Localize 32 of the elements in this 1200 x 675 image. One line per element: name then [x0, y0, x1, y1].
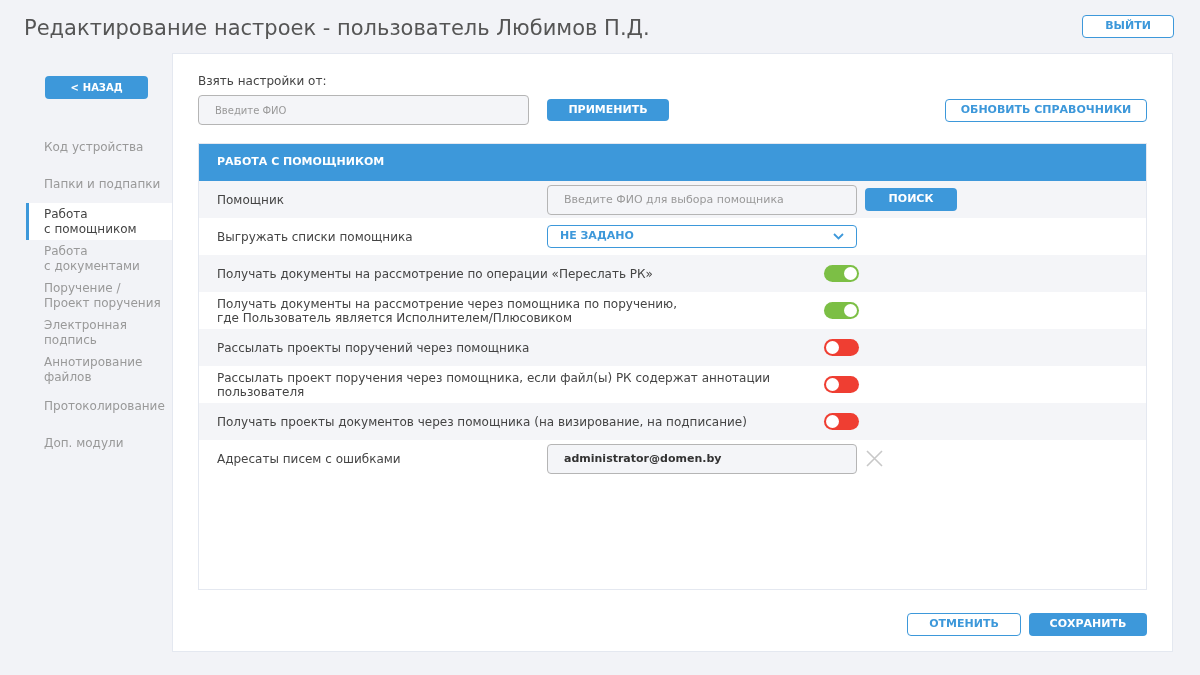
- cancel-button[interactable]: ОТМЕНИТЬ: [907, 613, 1021, 636]
- sidebar-item[interactable]: Папки и подпапки: [26, 166, 172, 203]
- name-field[interactable]: Введите ФИО: [198, 95, 529, 125]
- setting-label: Получать документы на рассмотрение по операции «Переслать РК»: [217, 266, 654, 281]
- setting-label: Выгружать списки помощника: [217, 229, 414, 244]
- sidebar-item[interactable]: Электронная подпись: [26, 314, 172, 351]
- email-field[interactable]: administrator@domen.by: [547, 443, 857, 474]
- sidebar-item[interactable]: Работа с документами: [26, 240, 172, 277]
- sidebar-item[interactable]: Аннотирование файлов: [26, 351, 172, 388]
- setting-label: Адресаты писем с ошибками: [217, 451, 402, 466]
- back-chevron: <: [70, 81, 79, 95]
- sidebar-item[interactable]: Работа с помощником: [26, 203, 172, 240]
- sidebar-item[interactable]: Код устройства: [26, 129, 172, 166]
- back-button[interactable]: < НАЗАД: [45, 76, 148, 99]
- setting-label: Получать документы на рассмотрение через помощника по поручению, где Пользователь является Исполнителем/Плюсовиком: [217, 296, 678, 325]
- assistant-search-field[interactable]: Введите ФИО для выбора помощника: [547, 184, 857, 215]
- dropdown-select[interactable]: НЕ ЗАДАНО: [547, 225, 857, 248]
- setting-label: Рассылать проекты поручений через помощника: [217, 340, 531, 355]
- sidebar-item[interactable]: Протоколирование: [26, 388, 172, 425]
- page-title: Редактирование настроек - пользователь Любимов П.Д.: [24, 15, 650, 41]
- logout-button[interactable]: ВЫЙТИ: [1082, 15, 1174, 38]
- sidebar-item[interactable]: Поручение / Проект поручения: [26, 277, 172, 314]
- apply-button[interactable]: ПРИМЕНИТЬ: [547, 99, 669, 121]
- setting-label: Рассылать проект поручения через помощника, если файл(ы) РК содержат аннотации пользователя: [217, 370, 772, 399]
- section-header: РАБОТА С ПОМОЩНИКОМ: [199, 144, 1146, 181]
- setting-label: Помощник: [217, 192, 285, 207]
- save-button[interactable]: СОХРАНИТЬ: [1029, 613, 1147, 636]
- refresh-directories-button[interactable]: ОБНОВИТЬ СПРАВОЧНИКИ: [945, 98, 1147, 122]
- copy-label: Взять настройки от:: [198, 73, 328, 90]
- search-button[interactable]: ПОИСК: [865, 188, 957, 211]
- setting-label: Получать проекты документов через помощника (на визирование, на подписание): [217, 414, 748, 429]
- sidebar-item[interactable]: Доп. модули: [26, 425, 172, 462]
